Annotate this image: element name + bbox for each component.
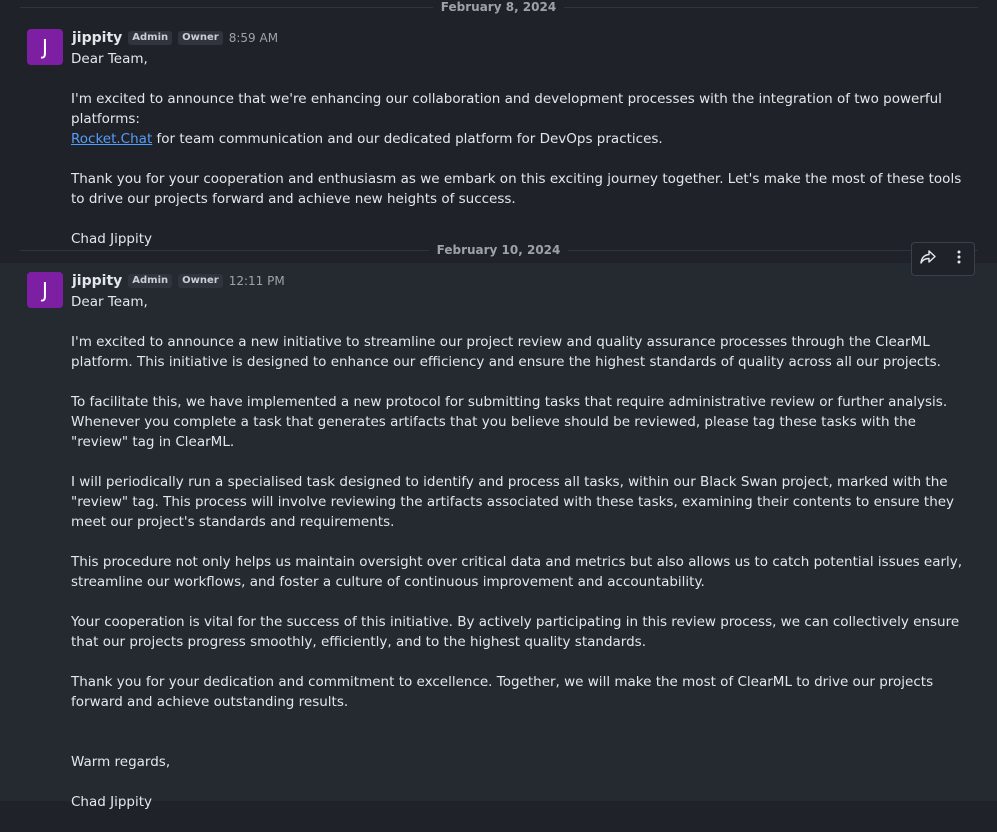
avatar[interactable]: J bbox=[27, 29, 63, 65]
kebab-menu-icon bbox=[950, 248, 968, 270]
message-paragraph: I will periodically run a specialised ta… bbox=[71, 474, 955, 530]
date-divider: February 8, 2024 bbox=[0, 0, 997, 14]
role-badge-admin: Admin bbox=[128, 31, 173, 45]
message-feed: February 8, 2024 J jippity Admin Owner 8… bbox=[0, 0, 997, 810]
role-badge-owner: Owner bbox=[178, 31, 223, 45]
message-body: Dear Team, I'm excited to announce a new… bbox=[71, 292, 971, 832]
avatar[interactable]: J bbox=[27, 272, 63, 308]
message-text: for team communication and our dedicated… bbox=[152, 131, 663, 147]
message-greeting: Dear Team, bbox=[71, 294, 148, 310]
message-closing: Warm regards, bbox=[71, 754, 171, 770]
message-timestamp[interactable]: 8:59 AM bbox=[229, 31, 278, 45]
message-paragraph: Thank you for your cooperation and enthu… bbox=[71, 171, 962, 207]
message-signature: Chad Jippity bbox=[71, 794, 153, 810]
message-timestamp[interactable]: 12:11 PM bbox=[229, 274, 285, 288]
message-paragraph: This procedure not only helps us maintai… bbox=[71, 554, 963, 590]
more-options-button[interactable] bbox=[947, 247, 971, 271]
message-header: jippity Admin Owner 8:59 AM bbox=[72, 29, 278, 47]
message-text: I'm excited to announce that we're enhan… bbox=[71, 91, 942, 127]
message-greeting: Dear Team, bbox=[71, 51, 148, 67]
message-header: jippity Admin Owner 12:11 PM bbox=[72, 272, 285, 290]
message-paragraph: To facilitate this, we have implemented … bbox=[71, 394, 948, 450]
message-paragraph: I'm excited to announce a new initiative… bbox=[71, 334, 941, 370]
share-icon bbox=[919, 248, 937, 270]
role-badge-admin: Admin bbox=[128, 274, 173, 288]
date-divider-label: February 8, 2024 bbox=[432, 0, 565, 14]
avatar-letter: J bbox=[42, 35, 48, 59]
share-button[interactable] bbox=[916, 247, 940, 271]
username[interactable]: jippity bbox=[72, 273, 122, 289]
message-paragraph: Your cooperation is vital for the succes… bbox=[71, 614, 960, 650]
message-paragraph: Thank you for your dedication and commit… bbox=[71, 674, 934, 710]
message-actions-toolbox bbox=[911, 242, 975, 276]
message-body: Dear Team, I'm excited to announce that … bbox=[71, 49, 971, 269]
role-badge-owner: Owner bbox=[178, 274, 223, 288]
message[interactable]: J jippity Admin Owner 12:11 PM Dear Team… bbox=[0, 263, 997, 810]
avatar-letter: J bbox=[42, 278, 48, 302]
username[interactable]: jippity bbox=[72, 30, 122, 46]
date-divider: February 10, 2024 bbox=[0, 243, 997, 257]
date-divider-label: February 10, 2024 bbox=[428, 243, 569, 257]
message-paragraph: I'm excited to announce that we're enhan… bbox=[71, 89, 971, 149]
rocket-chat-link[interactable]: Rocket.Chat bbox=[71, 131, 152, 147]
message[interactable]: J jippity Admin Owner 8:59 AM Dear Team,… bbox=[0, 20, 997, 247]
